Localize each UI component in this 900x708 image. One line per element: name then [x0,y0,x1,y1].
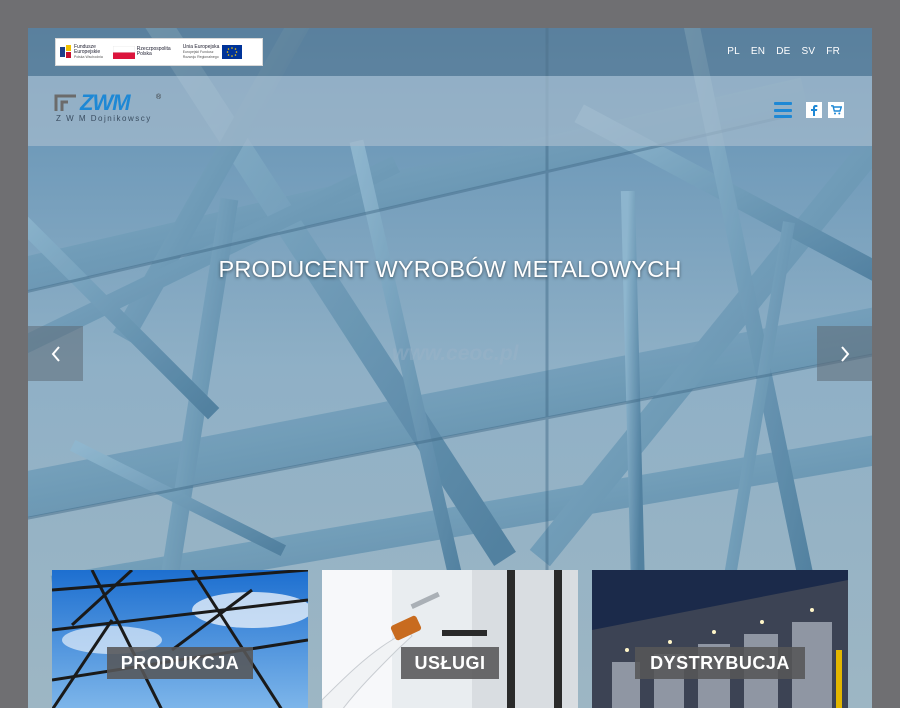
top-bar: Fundusze Europejskie Polska Wschodnia Rz… [28,28,872,76]
tile-produkcja-label: PRODUKCJA [107,647,253,679]
eu-logo1-small: Polska Wschodnia [74,54,103,59]
eu-logo3-line1: Unia Europejska [182,43,220,50]
language-switcher: PL EN DE SV FR [727,46,840,57]
logo-text: ZWM [79,91,131,115]
zwm-logo-mark: ZWM ® [54,90,162,115]
language-en[interactable]: EN [751,46,765,57]
european-funds-logo: Fundusze Europejskie Polska Wschodnia [60,39,103,65]
tile-dystrybucja[interactable]: DYSTRYBUCJA [592,570,848,708]
eu-logo2-line2: Polska [136,51,152,57]
language-pl[interactable]: PL [727,46,740,57]
european-funds-icon [60,45,71,58]
site-header: ZWM ® Z W M Dojnikowscy [28,76,872,146]
tile-uslugi-label: USŁUGI [401,647,499,679]
language-de[interactable]: DE [776,46,790,57]
tile-uslugi[interactable]: USŁUGI [322,570,578,708]
slider-headline: PRODUCENT WYROBÓW METALOWYCH [218,256,682,282]
polish-flag-logo: Rzeczpospolita Polska [112,39,171,65]
page: Fundusze Europejskie Polska Wschodnia Rz… [28,28,872,708]
eu-funds-banner[interactable]: Fundusze Europejskie Polska Wschodnia Rz… [55,38,263,66]
slider-next-button[interactable] [817,326,872,381]
hamburger-menu-icon[interactable] [774,102,792,118]
polish-flag-icon [112,45,135,59]
produkcja-image [52,570,308,708]
dystrybucja-image [592,570,848,708]
uslugi-image [322,570,578,708]
language-sv[interactable]: SV [802,46,816,57]
language-fr[interactable]: FR [826,46,840,57]
tile-produkcja[interactable]: PRODUKCJA [52,570,308,708]
chevron-right-icon [840,345,849,362]
tile-dystrybucja-label: DYSTRYBUCJA [635,647,805,679]
eu-flag-icon [222,45,243,59]
logo-subtitle: Z W M Dojnikowscy [56,114,152,123]
eu-logo3-small2: Rozwoju Regionalnego [182,54,219,59]
slider-prev-button[interactable] [28,326,83,381]
facebook-icon[interactable] [806,102,822,118]
european-union-logo: Unia Europejska Europejski Fundusz Rozwo… [181,39,243,65]
eu-logo1-line2: Europejskie [74,48,101,55]
shopping-cart-icon[interactable] [828,102,844,118]
watermark-text: www.ceoc.pl [392,342,519,365]
logo-registered: ® [156,93,162,101]
chevron-left-icon [51,345,60,362]
